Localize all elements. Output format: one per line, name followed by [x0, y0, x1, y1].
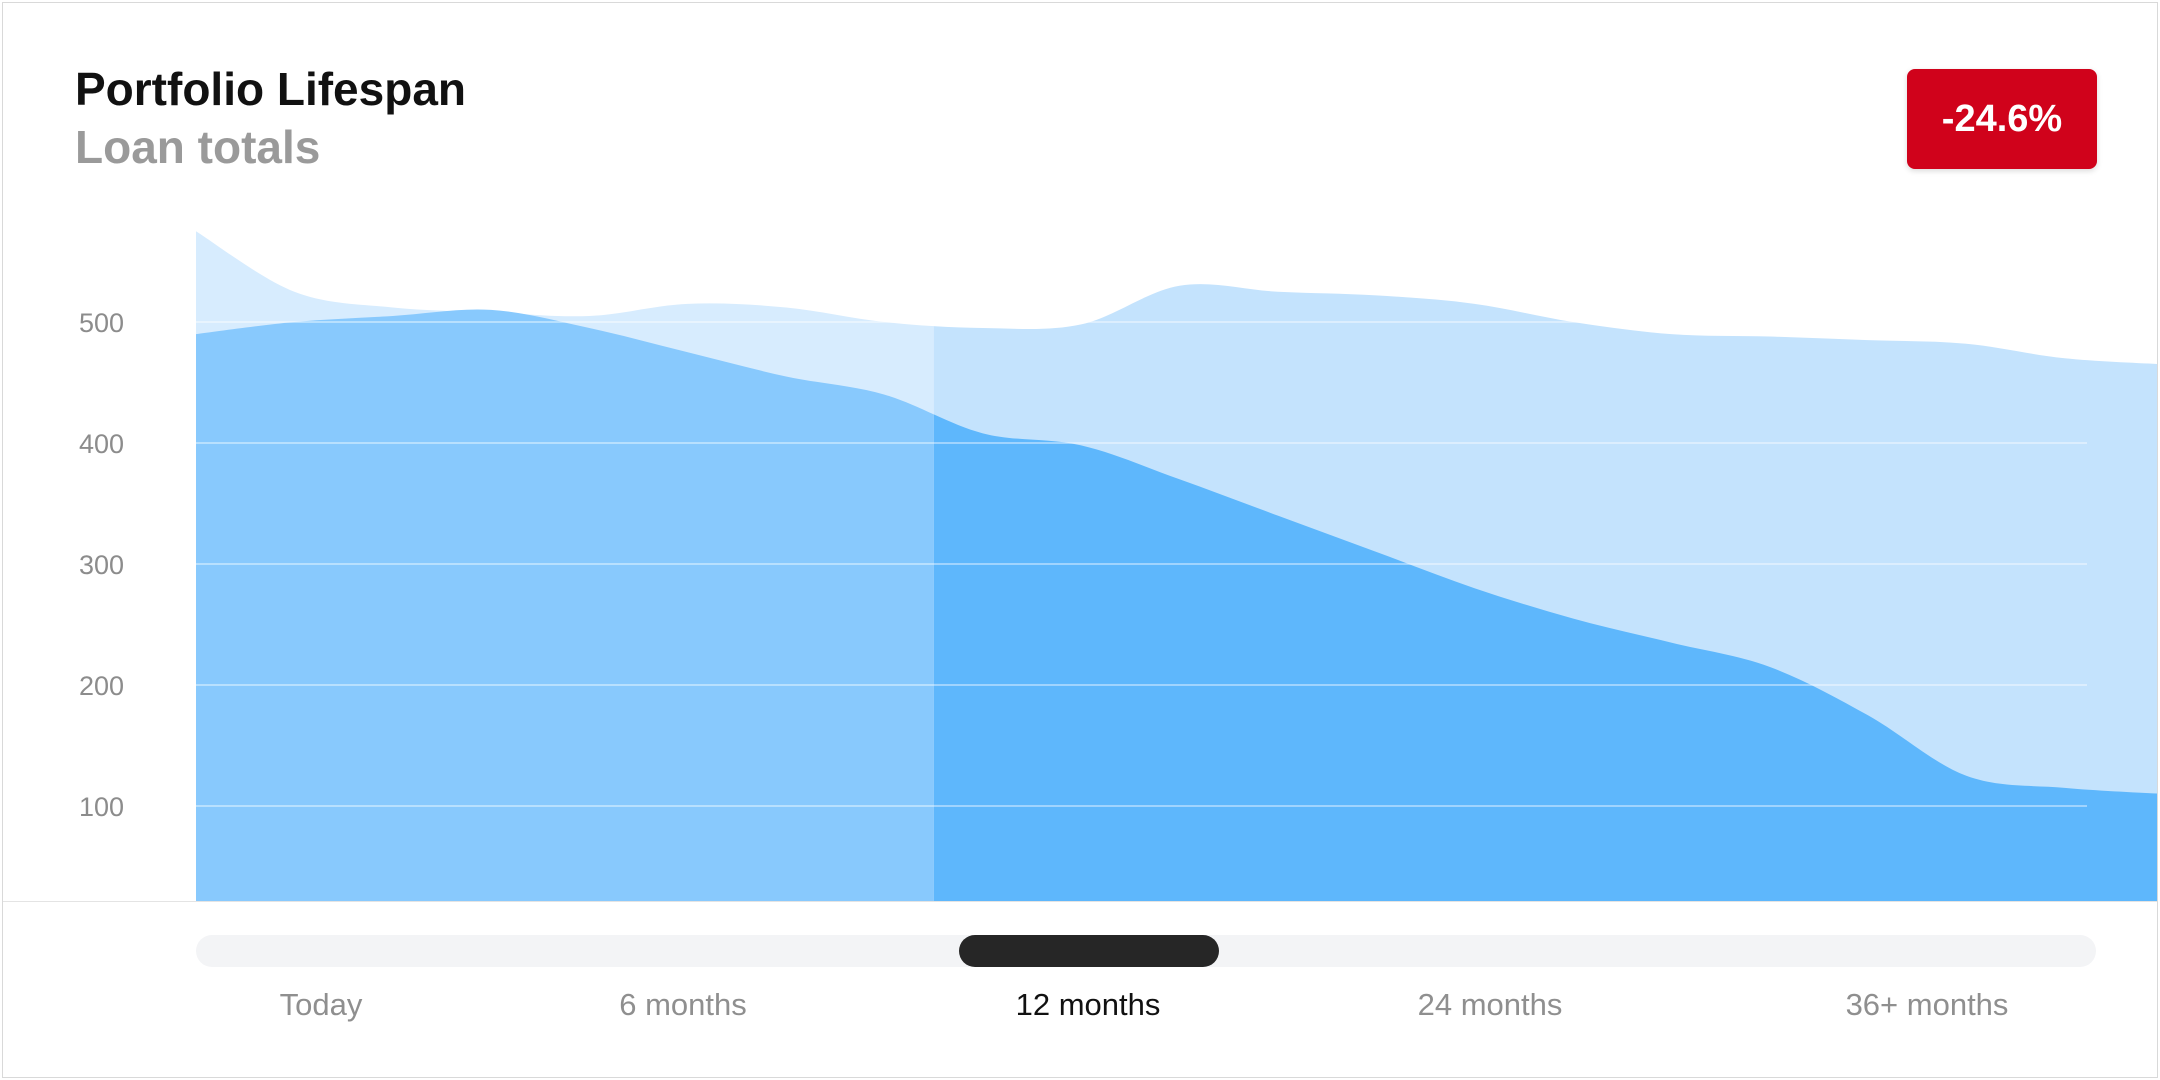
timeline-slider-thumb[interactable] — [959, 935, 1219, 967]
timeline-label-12-months[interactable]: 12 months — [1016, 987, 1161, 1023]
divider — [3, 901, 2157, 902]
y-tick-label-100: 100 — [79, 792, 124, 822]
timeline-label-today[interactable]: Today — [280, 987, 363, 1023]
y-tick-label-400: 400 — [79, 429, 124, 459]
chart-subtitle: Loan totals — [75, 121, 321, 173]
timeline-label-24-months[interactable]: 24 months — [1418, 987, 1563, 1023]
y-tick-label-500: 500 — [79, 308, 124, 338]
chart-title: Portfolio Lifespan — [75, 63, 466, 115]
timeline-label-6-months[interactable]: 6 months — [619, 987, 747, 1023]
change-badge: -24.6% — [1907, 69, 2097, 169]
y-tick-label-300: 300 — [79, 550, 124, 580]
area-chart: 100 200 300 400 500 — [79, 231, 2157, 901]
y-tick-label-200: 200 — [79, 671, 124, 701]
timeline-label-36-months[interactable]: 36+ months — [1846, 987, 2009, 1023]
chart-card: 100 200 300 400 500 Portfolio Lifespan Loan … — [2, 2, 2158, 1078]
